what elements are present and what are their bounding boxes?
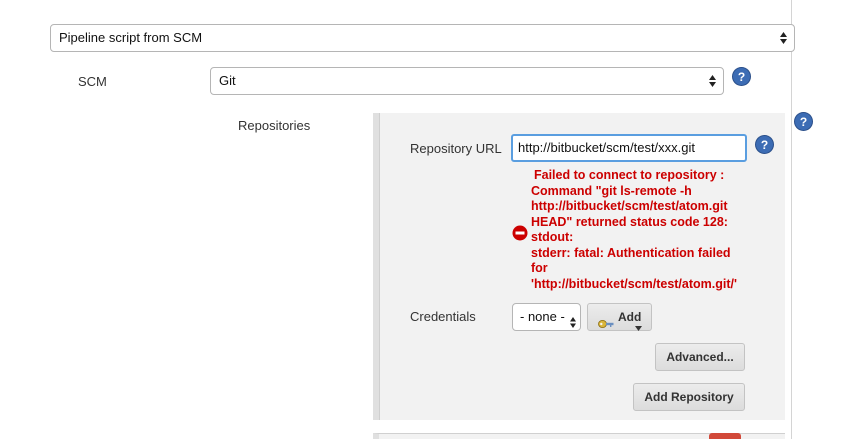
error-line: 'http://bitbucket/scm/test/atom.git/' — [531, 276, 737, 291]
error-line: stdout: — [531, 230, 574, 244]
error-line: HEAD" returned status code 128: — [531, 214, 728, 229]
credentials-select-value: - none - — [520, 309, 565, 324]
error-line: Failed to connect to repository : — [534, 168, 725, 182]
panel-border — [379, 113, 380, 420]
definition-select[interactable]: Pipeline script from SCM — [50, 24, 795, 52]
error-icon — [512, 225, 528, 241]
section-divider — [791, 0, 792, 439]
chevron-up-down-icon — [709, 75, 716, 87]
scm-select[interactable]: Git — [210, 67, 724, 95]
error-line: http://bitbucket/scm/test/atom.git — [531, 199, 728, 213]
caret-down-icon — [635, 314, 642, 340]
repository-url-label: Repository URL — [410, 141, 502, 156]
repository-url-input[interactable]: http://bitbucket/scm/test/xxx.git — [511, 134, 747, 162]
chevron-up-down-icon — [570, 311, 576, 337]
definition-select-value: Pipeline script from SCM — [59, 30, 203, 45]
jenkins-pipeline-config: Pipeline script from SCM SCM Git ? Repos… — [0, 0, 861, 439]
credentials-label: Credentials — [410, 309, 476, 324]
credentials-select[interactable]: - none - — [512, 303, 581, 331]
error-line: Command "git ls-remote -h — [531, 183, 692, 198]
scm-select-value: Git — [219, 73, 236, 88]
svg-text:?: ? — [761, 138, 768, 152]
delete-button[interactable] — [709, 433, 741, 439]
scm-label: SCM — [78, 74, 107, 89]
help-icon[interactable]: ? — [733, 68, 750, 85]
error-line: stderr: fatal: Authentication failed — [531, 245, 731, 260]
key-icon — [598, 312, 614, 338]
add-repository-button[interactable]: Add Repository — [633, 383, 745, 411]
add-credentials-button[interactable]: Add — [587, 303, 652, 331]
help-icon[interactable]: ? — [756, 136, 773, 153]
svg-text:?: ? — [800, 115, 807, 129]
error-line: for — [531, 261, 548, 275]
svg-text:?: ? — [738, 70, 745, 84]
help-icon[interactable]: ? — [795, 113, 812, 130]
advanced-button[interactable]: Advanced... — [655, 343, 745, 371]
connection-error-message: Failed to connect to repository : Comman… — [531, 168, 771, 292]
repositories-label: Repositories — [238, 118, 311, 133]
chevron-up-down-icon — [780, 32, 787, 44]
